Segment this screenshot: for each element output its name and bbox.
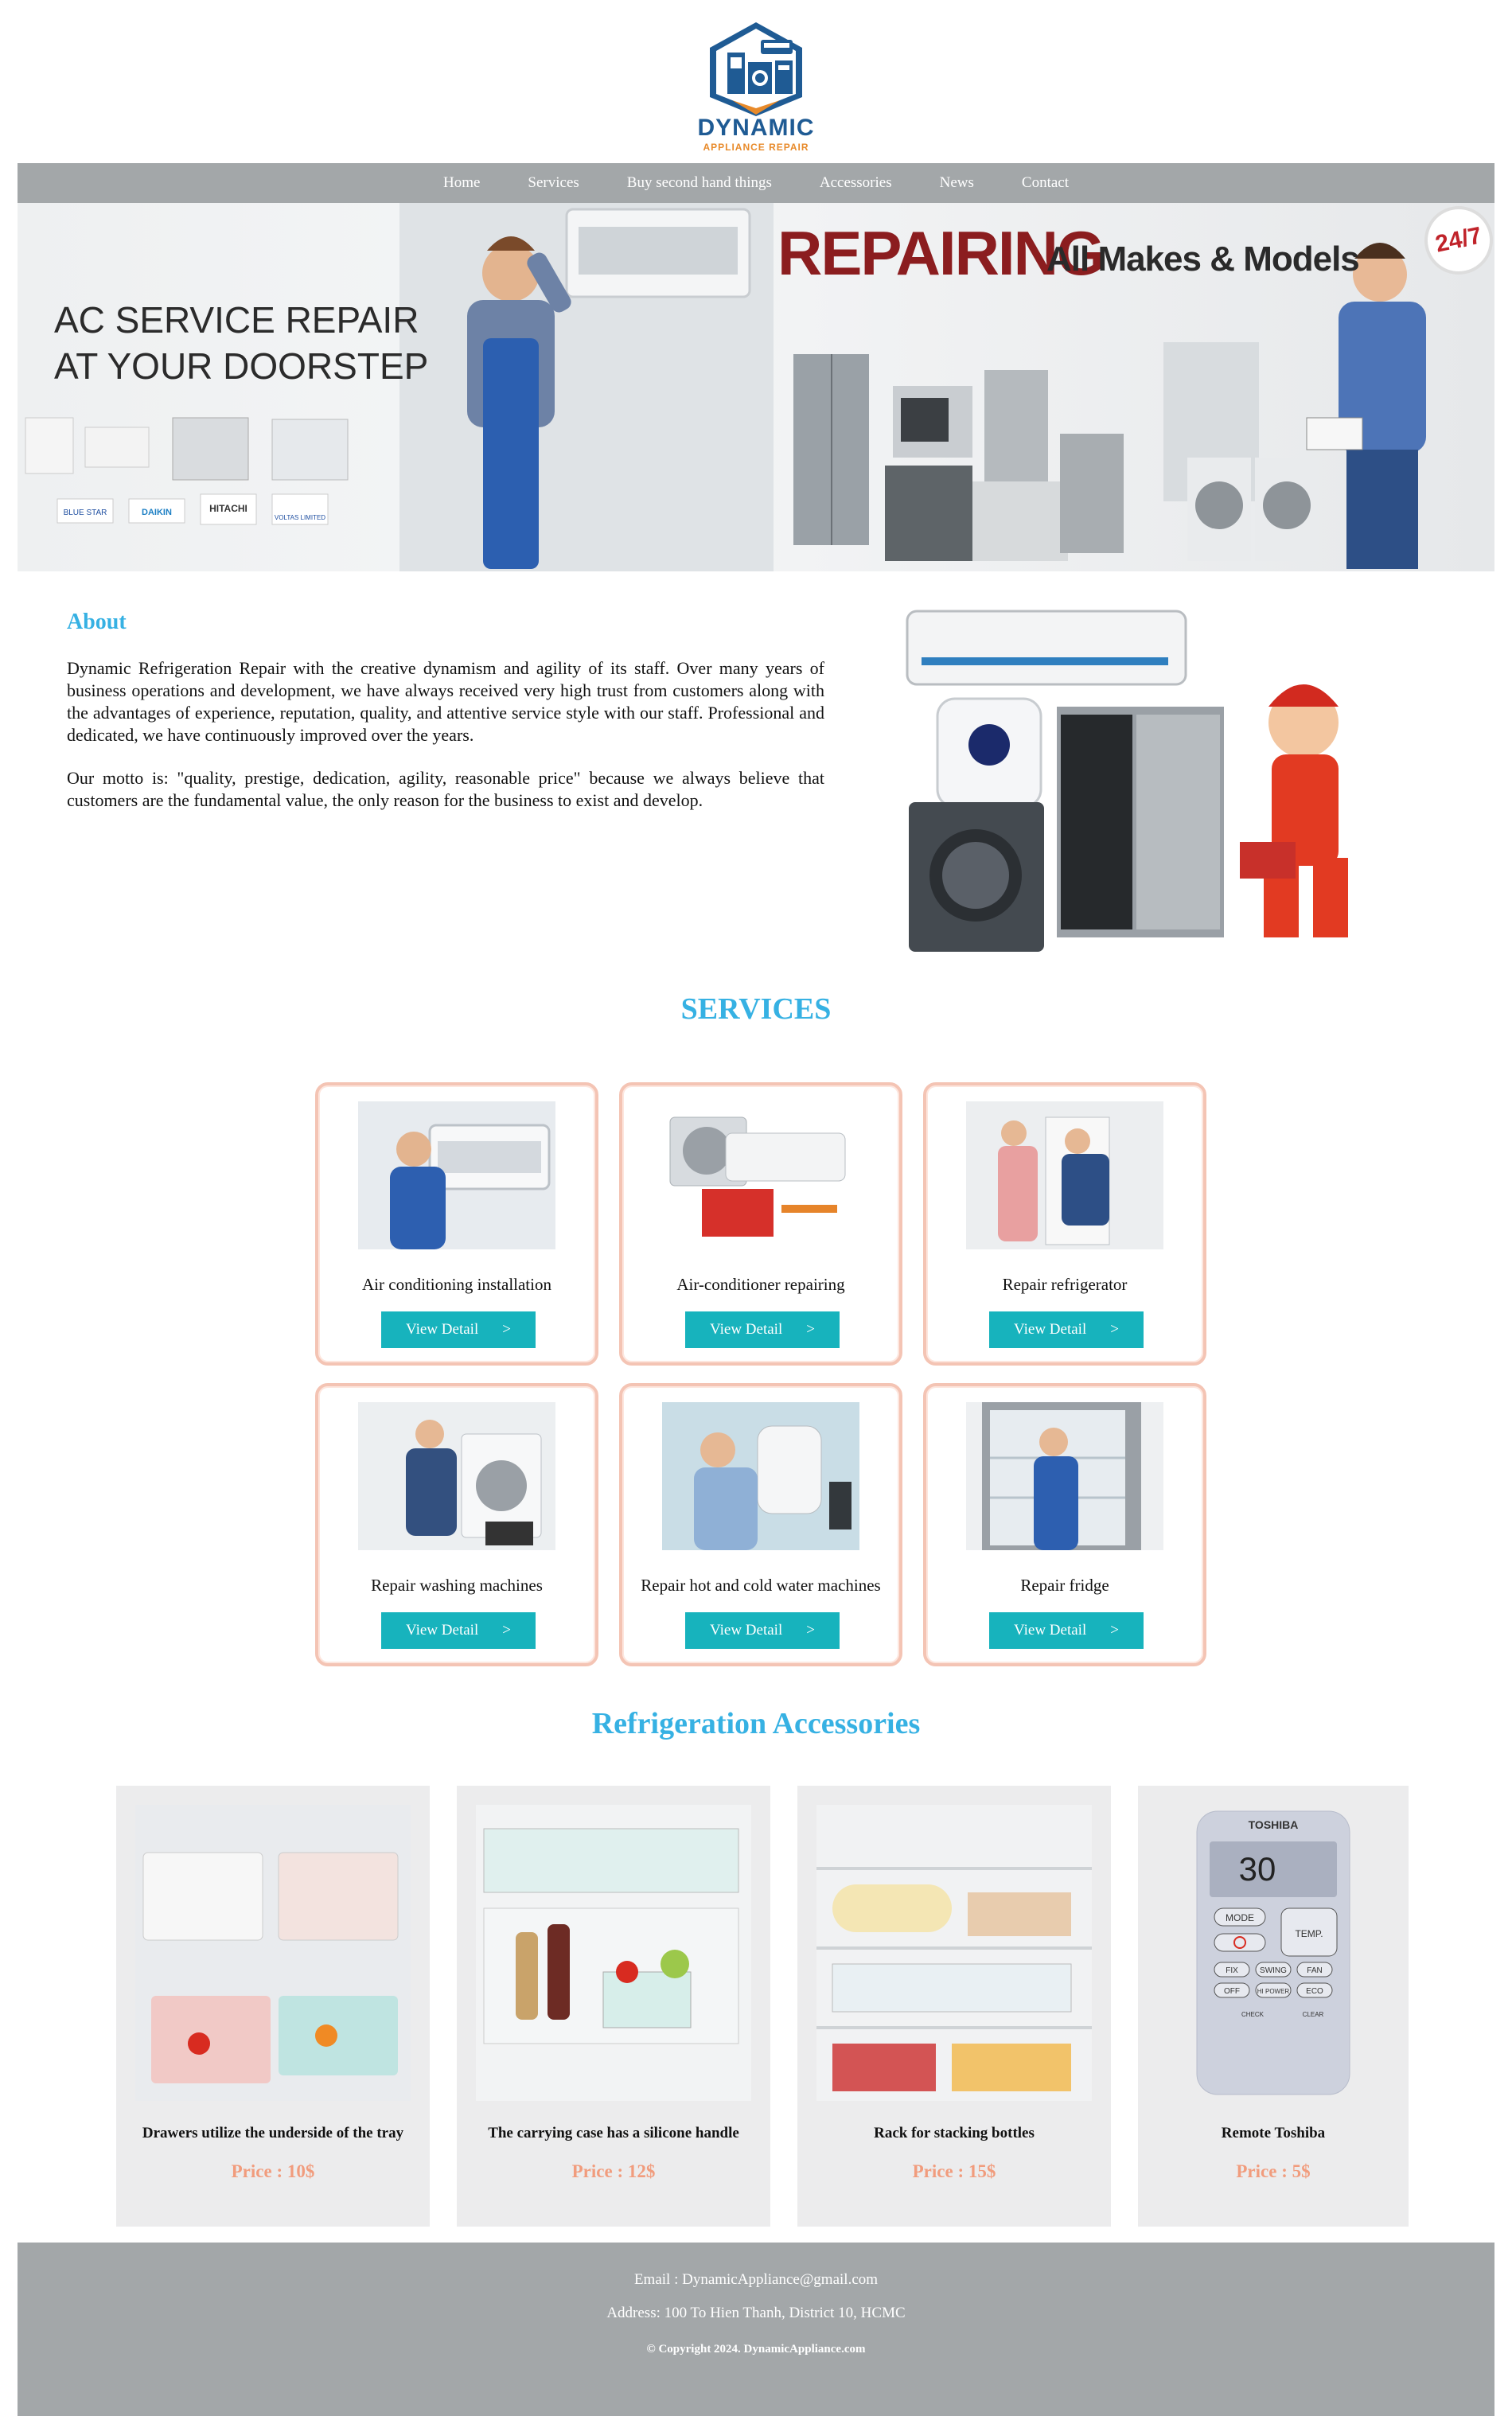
accessory-image: TOSHIBA 30 MODE TEMP. FIX SWING FAN OFF …	[1157, 1805, 1389, 2101]
nav-services[interactable]: Services	[504, 163, 602, 203]
service-image	[662, 1101, 859, 1249]
nav-buy-second-hand[interactable]: Buy second hand things	[603, 163, 796, 203]
svg-text:OFF: OFF	[1224, 1987, 1240, 1996]
svg-text:BLUE STAR: BLUE STAR	[64, 509, 107, 517]
nav-home[interactable]: Home	[419, 163, 504, 203]
view-detail-button[interactable]: View Detail >	[685, 1612, 840, 1649]
service-name: Repair hot and cold water machines	[641, 1576, 881, 1595]
chevron-right-icon: >	[1110, 1321, 1119, 1338]
about-motto: Our motto is: "quality, prestige, dedica…	[67, 768, 824, 810]
svg-text:HITACHI: HITACHI	[209, 503, 247, 514]
svg-text:TEMP.: TEMP.	[1295, 1928, 1323, 1939]
service-card: Repair fridge View Detail >	[923, 1383, 1206, 1666]
bottle-rack-icon	[816, 1805, 1092, 2101]
site-logo[interactable]: DYNAMIC APPLIANCE REPAIR	[684, 21, 828, 153]
chevron-right-icon: >	[806, 1321, 815, 1338]
view-detail-button[interactable]: View Detail >	[989, 1612, 1144, 1649]
remote-control-icon: TOSHIBA 30 MODE TEMP. FIX SWING FAN OFF …	[1196, 1810, 1350, 2095]
accessory-image	[476, 1805, 751, 2101]
svg-text:VOLTAS LIMITED: VOLTAS LIMITED	[275, 514, 325, 521]
accessory-card[interactable]: Rack for stacking bottles Price : 15$	[797, 1786, 1111, 2227]
footer-address: Address: 100 To Hien Thanh, District 10,…	[606, 2305, 906, 2321]
accessory-name: Rack for stacking bottles	[874, 2125, 1035, 2141]
about-paragraph: Dynamic Refrigeration Repair with the cr…	[67, 658, 824, 745]
fridge-drawer-icon	[135, 1805, 411, 2101]
service-card: Air-conditioner repairing View Detail >	[619, 1082, 902, 1366]
view-detail-button[interactable]: View Detail >	[685, 1311, 840, 1348]
accessory-name: The carrying case has a silicone handle	[488, 2125, 739, 2141]
logo-wordmark: DYNAMIC	[697, 115, 815, 141]
accessory-price: Price : 15$	[912, 2161, 996, 2181]
svg-text:TOSHIBA: TOSHIBA	[1249, 1818, 1299, 1831]
svg-text:HI POWER: HI POWER	[1257, 1988, 1290, 1995]
logo-appliances-icon	[710, 22, 802, 116]
svg-text:MODE: MODE	[1226, 1912, 1254, 1923]
accessory-card[interactable]: The carrying case has a silicone handle …	[457, 1786, 770, 2227]
svg-text:DAIKIN: DAIKIN	[142, 508, 172, 517]
accessory-price: Price : 12$	[571, 2161, 656, 2181]
service-name: Air conditioning installation	[362, 1275, 551, 1294]
refrigerator-repair-icon	[966, 1101, 1163, 1249]
service-image	[966, 1101, 1163, 1249]
svg-text:FAN: FAN	[1307, 1966, 1322, 1975]
service-name: Repair washing machines	[371, 1576, 543, 1595]
footer-copyright: © Copyright 2024. DynamicAppliance.com	[646, 2343, 866, 2356]
service-card: Repair washing machines View Detail >	[315, 1383, 598, 1666]
view-detail-button[interactable]: View Detail >	[989, 1311, 1144, 1348]
service-image	[966, 1402, 1163, 1550]
svg-text:CHECK: CHECK	[1241, 2011, 1265, 2018]
service-card: Repair hot and cold water machines View …	[619, 1383, 902, 1666]
appliances-collage-icon	[906, 610, 1348, 952]
accessory-image	[135, 1805, 411, 2101]
service-card: Air conditioning installation View Detai…	[315, 1082, 598, 1366]
carrying-case-icon	[476, 1805, 751, 2101]
view-detail-button[interactable]: View Detail >	[381, 1612, 536, 1649]
accessory-name: Drawers utilize the underside of the tra…	[142, 2125, 404, 2141]
about-text: Dynamic Refrigeration Repair with the cr…	[67, 657, 824, 812]
service-name: Repair fridge	[1020, 1576, 1109, 1595]
chevron-right-icon: >	[502, 1622, 511, 1639]
svg-text:30: 30	[1239, 1850, 1276, 1888]
ac-installation-icon	[358, 1101, 555, 1249]
nav-contact[interactable]: Contact	[998, 163, 1093, 203]
site-footer: Email : DynamicAppliance@gmail.com Addre…	[18, 2243, 1494, 2416]
view-detail-button[interactable]: View Detail >	[381, 1311, 536, 1348]
banner-left-title: AC SERVICE REPAIR AT YOUR DOORSTEP	[54, 299, 429, 387]
accessories-heading: Refrigeration Accessories	[591, 1707, 921, 1740]
service-name: Repair refrigerator	[1002, 1275, 1128, 1294]
accessory-card[interactable]: TOSHIBA 30 MODE TEMP. FIX SWING FAN OFF …	[1138, 1786, 1409, 2227]
accessory-name: Remote Toshiba	[1221, 2125, 1326, 2141]
logo-tagline: APPLIANCE REPAIR	[703, 142, 809, 153]
svg-text:ECO: ECO	[1306, 1987, 1323, 1996]
services-heading: SERVICES	[680, 992, 832, 1026]
svg-text:SWING: SWING	[1260, 1966, 1287, 1975]
accessory-card[interactable]: Drawers utilize the underside of the tra…	[116, 1786, 430, 2227]
footer-email[interactable]: Email : DynamicAppliance@gmail.com	[18, 2271, 1494, 2289]
main-navigation: Home Services Buy second hand things Acc…	[18, 163, 1494, 203]
chevron-right-icon: >	[502, 1321, 511, 1338]
washing-machine-repair-icon	[358, 1402, 555, 1550]
about-appliances-image	[898, 603, 1391, 953]
about-heading: About	[67, 610, 127, 634]
nav-accessories[interactable]: Accessories	[796, 163, 916, 203]
hero-banner: BLUE STAR DAIKIN HITACHI VOLTAS LIMITED …	[18, 203, 1494, 571]
accessory-price: Price : 10$	[231, 2161, 315, 2181]
service-name: Air-conditioner repairing	[676, 1275, 845, 1294]
chevron-right-icon: >	[806, 1622, 815, 1639]
accessory-price: Price : 5$	[1236, 2161, 1311, 2181]
svg-text:CLEAR: CLEAR	[1303, 2011, 1324, 2018]
service-image	[358, 1402, 555, 1550]
fridge-repair-icon	[966, 1402, 1163, 1550]
svg-text:FIX: FIX	[1226, 1966, 1238, 1975]
nav-news[interactable]: News	[916, 163, 998, 203]
service-card: Repair refrigerator View Detail >	[923, 1082, 1206, 1366]
service-image	[358, 1101, 555, 1249]
service-image	[662, 1402, 859, 1550]
water-machine-repair-icon	[662, 1402, 859, 1550]
accessory-image	[816, 1805, 1092, 2101]
banner-subheadline: All Makes & Models	[1046, 240, 1360, 279]
ac-repair-tools-icon	[662, 1101, 859, 1249]
chevron-right-icon: >	[1110, 1622, 1119, 1639]
